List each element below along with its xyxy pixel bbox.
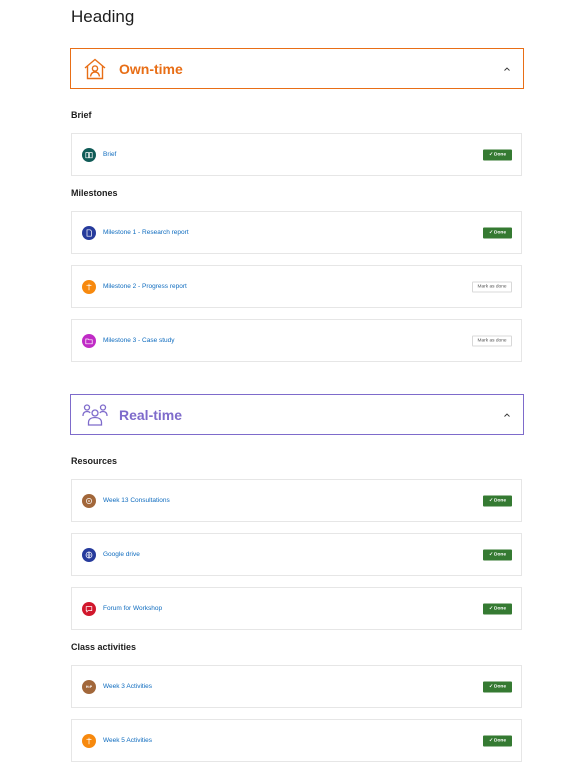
activity-card: Week 5 Activities ✓ Done: [71, 719, 522, 762]
globe-icon: [82, 547, 96, 562]
mark-as-done-button[interactable]: Mark as done: [472, 335, 512, 346]
activity-link[interactable]: Milestone 3 - Case study: [103, 337, 175, 344]
activity-link[interactable]: Week 3 Activities: [103, 683, 152, 690]
activity-card: Google drive ✓ Done: [71, 533, 522, 576]
chevron-up-icon[interactable]: [502, 410, 512, 420]
section-title-own-time: Own-time: [119, 60, 183, 77]
activity-card: Forum for Workshop ✓ Done: [71, 587, 522, 630]
section-header-own-time[interactable]: Own-time: [70, 48, 524, 89]
activity-card: H•P Week 3 Activities ✓ Done: [71, 665, 522, 708]
activity-link[interactable]: Milestone 1 - Research report: [103, 229, 189, 236]
group-title-class-activities: Class activities: [71, 642, 137, 652]
mark-as-done-button[interactable]: Mark as done: [472, 281, 512, 292]
activity-link[interactable]: Week 5 Activities: [103, 737, 152, 744]
activity-link[interactable]: Forum for Workshop: [103, 605, 162, 612]
activity-link[interactable]: Milestone 2 - Progress report: [103, 283, 187, 290]
chooser-icon: [82, 493, 96, 508]
activity-card: Week 13 Consultations ✓ Done: [71, 479, 522, 522]
done-button[interactable]: ✓ Done: [483, 149, 512, 160]
activity-card: Brief ✓ Done: [71, 133, 522, 176]
activity-link[interactable]: Brief: [103, 151, 116, 158]
check-icon: ✓: [488, 606, 494, 611]
done-button[interactable]: ✓ Done: [483, 549, 512, 560]
page-heading: Heading: [71, 7, 135, 26]
check-icon: ✓: [488, 738, 494, 743]
house-person-icon: [81, 55, 109, 83]
section-title-real-time: Real-time: [119, 406, 183, 423]
activity-card: Milestone 3 - Case study Mark as done: [71, 319, 522, 362]
chevron-up-icon[interactable]: [502, 64, 512, 74]
folder-icon: [82, 333, 96, 348]
check-icon: ✓: [488, 552, 494, 557]
section-header-real-time[interactable]: Real-time: [70, 394, 524, 435]
check-icon: ✓: [488, 152, 494, 157]
check-icon: ✓: [488, 230, 494, 235]
activity-card: Milestone 2 - Progress report Mark as do…: [71, 265, 522, 308]
file-icon: [82, 225, 96, 240]
activity-link[interactable]: Google drive: [103, 551, 140, 558]
done-button[interactable]: ✓ Done: [483, 681, 512, 692]
book-icon: [82, 147, 96, 162]
people-group-icon: [81, 401, 109, 429]
done-button[interactable]: ✓ Done: [483, 227, 512, 238]
forum-icon: [82, 601, 96, 616]
activity-link[interactable]: Week 13 Consultations: [103, 497, 170, 504]
group-title-resources: Resources: [71, 456, 118, 466]
done-button[interactable]: ✓ Done: [483, 603, 512, 614]
assignment-icon: [82, 279, 96, 294]
assignment-icon: [82, 733, 96, 748]
group-title-milestones: Milestones: [71, 188, 118, 198]
h5p-icon: H•P: [82, 679, 96, 694]
check-icon: ✓: [488, 498, 494, 503]
done-button[interactable]: ✓ Done: [483, 495, 512, 506]
done-button[interactable]: ✓ Done: [483, 735, 512, 746]
check-icon: ✓: [488, 684, 494, 689]
activity-card: Milestone 1 - Research report ✓ Done: [71, 211, 522, 254]
group-title-brief: Brief: [71, 110, 92, 120]
